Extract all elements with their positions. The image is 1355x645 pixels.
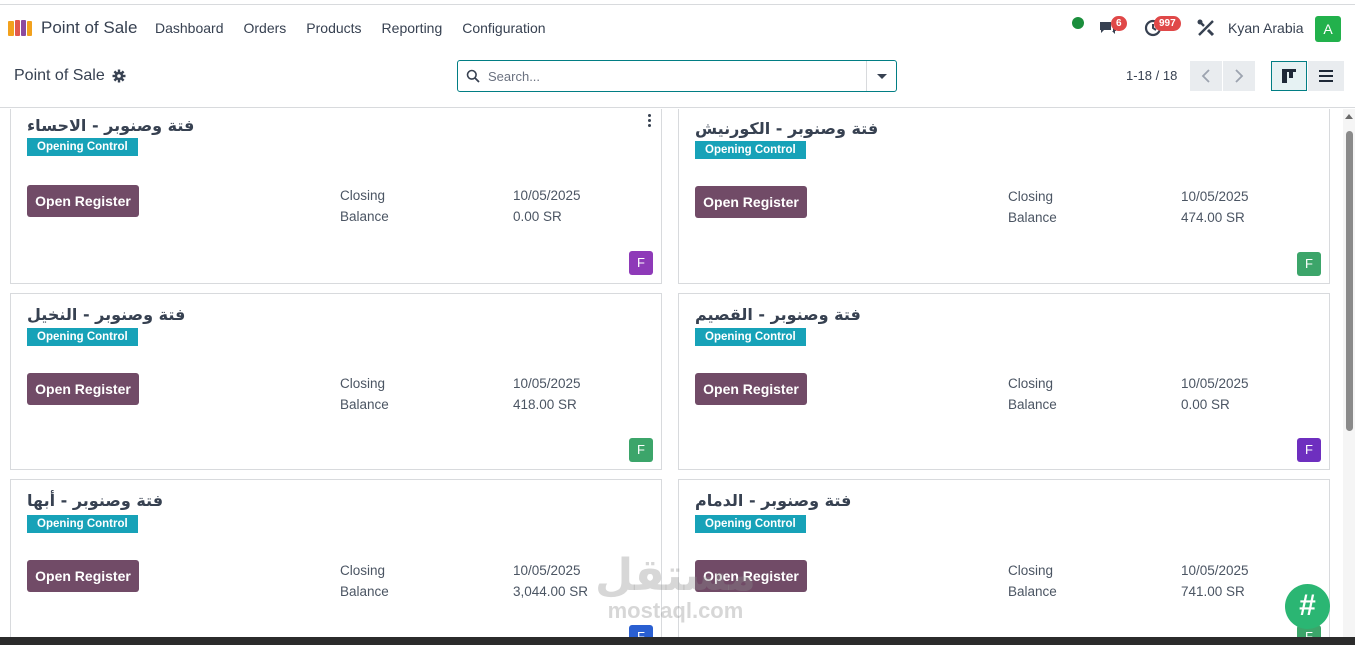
balance-label: Balance: [1008, 397, 1057, 412]
closing-label: Closing: [340, 188, 386, 203]
company-switcher[interactable]: Kyan Arabia: [1228, 20, 1304, 36]
closing-label: Closing: [1008, 376, 1054, 391]
closing-date: 10/05/2025: [1181, 189, 1249, 204]
app-name[interactable]: Point of Sale: [41, 18, 137, 38]
pos-card[interactable]: فتة وصنوبر - الدمام Opening Control Open…: [678, 479, 1330, 637]
watermark-arabic: مستقل: [595, 550, 756, 601]
balance-label: Balance: [340, 397, 389, 412]
search-icon: [466, 69, 480, 83]
pos-card[interactable]: فتة وصنوبر - أبها Opening Control Open R…: [10, 479, 662, 637]
list-icon: [1319, 70, 1333, 82]
messages-count-badge: 6: [1111, 16, 1127, 31]
activities-count-badge: 997: [1154, 16, 1181, 31]
watermark-latin: mostaql.com: [607, 598, 744, 623]
pos-card[interactable]: فتة وصنوبر - الاحساء Opening Control Ope…: [10, 109, 662, 284]
closing-label: Closing: [1008, 189, 1054, 204]
control-panel: Point of Sale 1-18 / 18: [0, 50, 1355, 108]
responsible-avatar[interactable]: F: [629, 625, 653, 637]
chevron-left-icon: [1201, 69, 1210, 83]
vertical-scrollbar[interactable]: [1343, 109, 1355, 637]
open-register-button[interactable]: Open Register: [27, 185, 139, 217]
balance-label: Balance: [1008, 210, 1057, 225]
scrollbar-thumb[interactable]: [1346, 131, 1353, 431]
tools-icon[interactable]: [1196, 18, 1216, 38]
search-input[interactable]: [488, 66, 858, 86]
closing-label: Closing: [340, 376, 386, 391]
watermark: مستقل mostaql.com: [595, 553, 756, 623]
menu-reporting[interactable]: Reporting: [372, 20, 453, 36]
responsible-avatar[interactable]: F: [629, 251, 653, 275]
search-bar: [457, 60, 897, 92]
balance-value: 418.00 SR: [513, 397, 577, 412]
closing-date: 10/05/2025: [1181, 563, 1249, 578]
kanban-view-button[interactable]: [1271, 61, 1307, 91]
pos-name: فتة وصنوبر - النخيل: [27, 305, 186, 324]
balance-label: Balance: [340, 584, 389, 599]
pos-card[interactable]: فتة وصنوبر - الكورنيش Opening Control Op…: [678, 109, 1330, 284]
chevron-right-icon: [1235, 69, 1244, 83]
pos-card[interactable]: فتة وصنوبر - النخيل Opening Control Open…: [10, 293, 662, 470]
menu-configuration[interactable]: Configuration: [452, 20, 555, 36]
page-title: Point of Sale: [14, 67, 105, 84]
taskbar-edge: [0, 637, 1355, 645]
pos-name: فتة وصنوبر - الاحساء: [27, 116, 195, 135]
closing-date: 10/05/2025: [1181, 376, 1249, 391]
pos-name: فتة وصنوبر - أبها: [27, 491, 164, 510]
search-options-toggle[interactable]: [866, 61, 896, 91]
main-menu: Dashboard Orders Products Reporting Conf…: [145, 6, 556, 50]
online-status-icon: [1072, 17, 1084, 29]
list-view-button[interactable]: [1308, 61, 1344, 91]
scroll-up-icon[interactable]: [1345, 114, 1353, 119]
closing-date: 10/05/2025: [513, 188, 581, 203]
open-register-button[interactable]: Open Register: [695, 373, 807, 405]
balance-value: 0.00 SR: [1181, 397, 1230, 412]
status-tag: Opening Control: [695, 141, 806, 159]
pos-card[interactable]: فتة وصنوبر - القصيم Opening Control Open…: [678, 293, 1330, 470]
balance-value: 3,044.00 SR: [513, 584, 589, 599]
responsible-avatar[interactable]: F: [629, 438, 653, 462]
pos-app-icon[interactable]: [7, 18, 33, 38]
status-tag: Opening Control: [27, 515, 138, 533]
pager-next-button[interactable]: [1223, 61, 1255, 91]
balance-label: Balance: [340, 209, 389, 224]
closing-label: Closing: [340, 563, 386, 578]
closing-date: 10/05/2025: [513, 376, 581, 391]
menu-products[interactable]: Products: [296, 20, 371, 36]
open-register-button[interactable]: Open Register: [695, 186, 807, 218]
open-register-button[interactable]: Open Register: [27, 373, 139, 405]
balance-value: 474.00 SR: [1181, 210, 1245, 225]
balance-label: Balance: [1008, 584, 1057, 599]
gear-icon[interactable]: [112, 69, 126, 83]
status-tag: Opening Control: [695, 328, 806, 346]
open-register-button[interactable]: Open Register: [27, 560, 139, 592]
menu-dashboard[interactable]: Dashboard: [145, 20, 234, 36]
pos-name: فتة وصنوبر - القصيم: [695, 305, 861, 324]
balance-value: 741.00 SR: [1181, 584, 1245, 599]
pager-previous-button[interactable]: [1190, 61, 1222, 91]
balance-value: 0.00 SR: [513, 209, 562, 224]
user-avatar[interactable]: A: [1315, 16, 1341, 42]
kanban-icon: [1282, 69, 1296, 83]
status-tag: Opening Control: [695, 515, 806, 533]
pager-value[interactable]: 1-18 / 18: [1126, 68, 1177, 83]
closing-label: Closing: [1008, 563, 1054, 578]
menu-orders[interactable]: Orders: [234, 20, 297, 36]
status-tag: Opening Control: [27, 138, 138, 156]
more-options-icon[interactable]: [646, 113, 652, 129]
status-tag: Opening Control: [27, 328, 138, 346]
closing-date: 10/05/2025: [513, 563, 581, 578]
responsible-avatar[interactable]: F: [1297, 252, 1321, 276]
hash-floating-button[interactable]: #: [1285, 584, 1330, 629]
pos-name: فتة وصنوبر - الدمام: [695, 491, 852, 510]
pos-name: فتة وصنوبر - الكورنيش: [695, 119, 879, 138]
responsible-avatar[interactable]: F: [1297, 438, 1321, 462]
window-top-strip: [0, 0, 1355, 5]
